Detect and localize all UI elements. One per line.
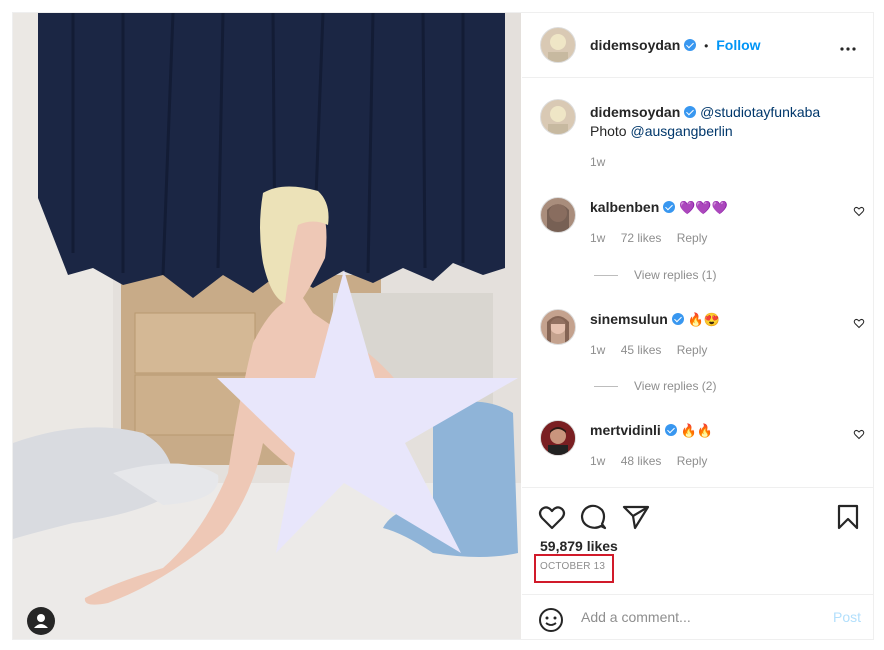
view-replies-button[interactable]: View replies (1)	[594, 268, 716, 282]
verified-badge-icon	[671, 313, 684, 325]
user-tag-icon[interactable]	[27, 607, 55, 635]
caption-username[interactable]: didemsoydan	[590, 104, 680, 120]
view-replies-button[interactable]: View replies (2)	[594, 379, 716, 393]
verified-badge-icon	[663, 201, 676, 213]
comment-text: 🔥😍	[687, 312, 721, 327]
commenter-username[interactable]: mertvidinli	[590, 422, 661, 438]
comment-likes[interactable]: 72 likes	[621, 231, 662, 245]
comment-input[interactable]: Add a comment...	[581, 609, 691, 625]
caption-photo-mention[interactable]: @ausgangberlin	[630, 123, 732, 139]
comment-item: kalbenben 💜💜💜 1w 72 likes Reply	[522, 195, 873, 275]
comment-likes[interactable]: 48 likes	[621, 454, 662, 468]
comment-meta: 1w 72 likes Reply	[590, 231, 719, 245]
post-comment-button[interactable]: Post	[833, 609, 861, 625]
more-options-icon[interactable]	[839, 39, 857, 51]
like-heart-icon[interactable]	[538, 504, 566, 530]
reply-button[interactable]: Reply	[677, 231, 708, 245]
avatar[interactable]	[540, 27, 576, 63]
verified-badge-icon	[684, 106, 697, 118]
post-actions: 59,879 likes OCTOBER 13 Add a comment...…	[522, 487, 873, 640]
likes-count[interactable]: 59,879 likes	[540, 538, 618, 554]
comment-text: 🔥🔥	[680, 423, 714, 438]
commenter-username[interactable]: kalbenben	[590, 199, 659, 215]
photo-illustration	[13, 13, 521, 639]
comment-item: mertvidinli 🔥🔥 1w 48 likes Reply	[522, 418, 873, 484]
share-paper-plane-icon[interactable]	[622, 504, 650, 530]
reply-button[interactable]: Reply	[677, 343, 708, 357]
caption-mention[interactable]: @studiotayfunkaba	[700, 104, 820, 120]
verified-badge-icon	[664, 424, 677, 436]
comment-like-icon[interactable]	[853, 428, 865, 440]
post-header: didemsoydan • Follow	[522, 13, 873, 78]
caption: didemsoydan @studiotayfunkaba Photo @aus…	[522, 97, 873, 177]
caption-time: 1w	[590, 155, 606, 169]
comment-like-icon[interactable]	[853, 317, 865, 329]
separator-dot: •	[704, 39, 709, 53]
comment-body: kalbenben 💜💜💜	[590, 199, 728, 216]
caption-avatar[interactable]	[540, 99, 576, 135]
caption-text-prefix: Photo	[590, 123, 627, 139]
verified-badge-icon	[684, 39, 697, 51]
comment-bubble-icon[interactable]	[580, 504, 608, 530]
emoji-smiley-icon[interactable]	[538, 607, 564, 633]
comment-text: 💜💜💜	[679, 200, 728, 215]
save-bookmark-icon[interactable]	[837, 504, 859, 530]
comment-meta: 1w 45 likes Reply	[590, 343, 719, 357]
comment-like-icon[interactable]	[853, 205, 865, 217]
comment-body: mertvidinli 🔥🔥	[590, 422, 713, 439]
header-user: didemsoydan • Follow	[590, 37, 761, 53]
post-photo[interactable]	[13, 13, 521, 639]
comment-likes[interactable]: 45 likes	[621, 343, 662, 357]
post-date: OCTOBER 13	[540, 561, 606, 572]
commenter-username[interactable]: sinemsulun	[590, 311, 668, 327]
comment-body: sinemsulun 🔥😍	[590, 311, 720, 328]
comment-time: 1w	[590, 343, 606, 357]
comment-time: 1w	[590, 231, 606, 245]
follow-button[interactable]: Follow	[716, 37, 760, 53]
comment-item: sinemsulun 🔥😍 1w 45 likes Reply	[522, 307, 873, 387]
post-side-panel: didemsoydan • Follow didemsoydan @studio…	[522, 13, 873, 639]
caption-text: didemsoydan @studiotayfunkaba Photo @aus…	[590, 103, 860, 141]
comment-meta: 1w 48 likes Reply	[590, 454, 719, 468]
comment-time: 1w	[590, 454, 606, 468]
commenter-avatar[interactable]	[540, 420, 576, 456]
add-comment-bar: Add a comment... Post	[522, 594, 873, 641]
commenter-avatar[interactable]	[540, 197, 576, 233]
reply-button[interactable]: Reply	[677, 454, 708, 468]
username-link[interactable]: didemsoydan	[590, 37, 680, 53]
commenter-avatar[interactable]	[540, 309, 576, 345]
instagram-post: didemsoydan • Follow didemsoydan @studio…	[12, 12, 874, 640]
